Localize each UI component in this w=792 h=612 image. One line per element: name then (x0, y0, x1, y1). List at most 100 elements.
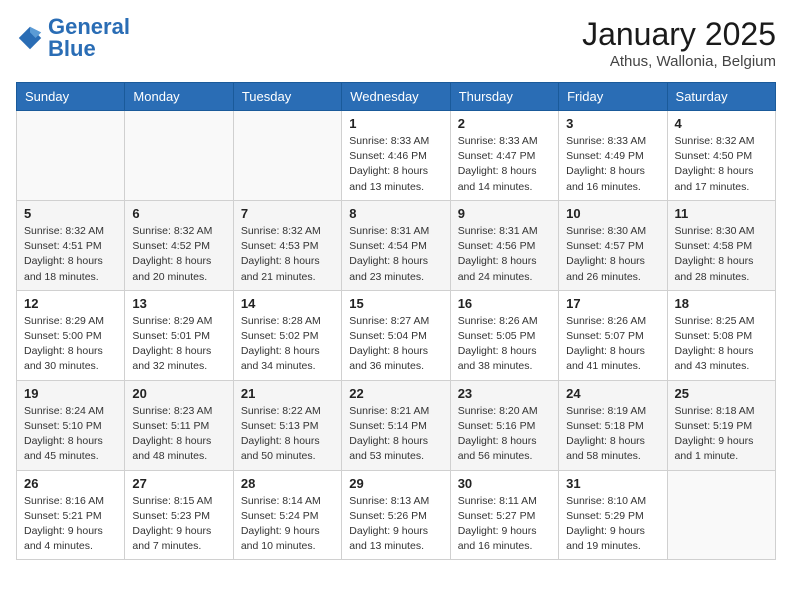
calendar-cell: 13Sunrise: 8:29 AM Sunset: 5:01 PM Dayli… (125, 290, 233, 380)
day-info: Sunrise: 8:25 AM Sunset: 5:08 PM Dayligh… (675, 314, 768, 375)
day-info: Sunrise: 8:14 AM Sunset: 5:24 PM Dayligh… (241, 494, 334, 555)
calendar-cell: 24 Sunrise: 8:19 AM Sunset: 5:18 PM Dayli… (559, 380, 667, 470)
calendar-table: SundayMondayTuesdayWednesdayThursdayFrid… (16, 82, 776, 560)
day-number: 15 (349, 296, 442, 311)
calendar-cell: 31 Sunrise: 8:10 AM Sunset: 5:29 PM Dayli… (559, 470, 667, 560)
day-number: 4 (675, 116, 768, 131)
calendar-cell (125, 111, 233, 201)
day-number: 13 (132, 296, 225, 311)
location: Athus, Wallonia, Belgium (582, 53, 776, 70)
calendar-cell: 21 Sunrise: 8:22 AM Sunset: 5:13 PM Dayli… (233, 380, 341, 470)
weekday-header-thursday: Thursday (450, 83, 558, 111)
day-info: Sunrise: 8:10 AM Sunset: 5:29 PM Dayligh… (566, 494, 659, 555)
day-number: 24 (566, 386, 659, 401)
day-info: Sunrise: 8:22 AM Sunset: 5:13 PM Dayligh… (241, 404, 334, 465)
day-info: Sunrise: 8:13 AM Sunset: 5:26 PM Dayligh… (349, 494, 442, 555)
calendar-cell: 29Sunrise: 8:13 AM Sunset: 5:26 PM Dayli… (342, 470, 450, 560)
calendar-week-row: 5Sunrise: 8:32 AM Sunset: 4:51 PM Daylig… (17, 200, 776, 290)
calendar-cell: 17Sunrise: 8:26 AM Sunset: 5:07 PM Dayli… (559, 290, 667, 380)
logo-text: General Blue (48, 16, 130, 60)
calendar-cell: 25Sunrise: 8:18 AM Sunset: 5:19 PM Dayli… (667, 380, 775, 470)
day-number: 3 (566, 116, 659, 131)
day-number: 2 (458, 116, 551, 131)
day-info: Sunrise: 8:32 AM Sunset: 4:50 PM Dayligh… (675, 134, 768, 195)
day-info: Sunrise: 8:27 AM Sunset: 5:04 PM Dayligh… (349, 314, 442, 375)
day-info: Sunrise: 8:33 AM Sunset: 4:47 PM Dayligh… (458, 134, 551, 195)
calendar-cell (667, 470, 775, 560)
day-number: 22 (349, 386, 442, 401)
day-number: 1 (349, 116, 442, 131)
day-info: Sunrise: 8:33 AM Sunset: 4:49 PM Dayligh… (566, 134, 659, 195)
calendar-cell: 4 Sunrise: 8:32 AM Sunset: 4:50 PM Daylig… (667, 111, 775, 201)
weekday-header-row: SundayMondayTuesdayWednesdayThursdayFrid… (17, 83, 776, 111)
day-number: 8 (349, 206, 442, 221)
calendar-cell (17, 111, 125, 201)
month-title: January 2025 (582, 16, 776, 53)
calendar-week-row: 26 Sunrise: 8:16 AM Sunset: 5:21 PM Dayli… (17, 470, 776, 560)
calendar-cell: 28 Sunrise: 8:14 AM Sunset: 5:24 PM Dayli… (233, 470, 341, 560)
calendar-cell: 20 Sunrise: 8:23 AM Sunset: 5:11 PM Dayli… (125, 380, 233, 470)
day-info: Sunrise: 8:16 AM Sunset: 5:21 PM Dayligh… (24, 494, 117, 555)
day-number: 27 (132, 476, 225, 491)
weekday-header-saturday: Saturday (667, 83, 775, 111)
day-number: 21 (241, 386, 334, 401)
calendar-cell: 7 Sunrise: 8:32 AM Sunset: 4:53 PM Daylig… (233, 200, 341, 290)
weekday-header-sunday: Sunday (17, 83, 125, 111)
calendar-week-row: 12 Sunrise: 8:29 AM Sunset: 5:00 PM Dayli… (17, 290, 776, 380)
day-number: 26 (24, 476, 117, 491)
calendar-cell: 15 Sunrise: 8:27 AM Sunset: 5:04 PM Dayli… (342, 290, 450, 380)
day-number: 14 (241, 296, 334, 311)
day-number: 23 (458, 386, 551, 401)
day-info: Sunrise: 8:19 AM Sunset: 5:18 PM Dayligh… (566, 404, 659, 465)
calendar-cell: 10Sunrise: 8:30 AM Sunset: 4:57 PM Dayli… (559, 200, 667, 290)
day-info: Sunrise: 8:31 AM Sunset: 4:54 PM Dayligh… (349, 224, 442, 285)
day-number: 28 (241, 476, 334, 491)
day-info: Sunrise: 8:31 AM Sunset: 4:56 PM Dayligh… (458, 224, 551, 285)
calendar-cell: 5Sunrise: 8:32 AM Sunset: 4:51 PM Daylig… (17, 200, 125, 290)
day-number: 9 (458, 206, 551, 221)
day-number: 16 (458, 296, 551, 311)
calendar-cell: 1Sunrise: 8:33 AM Sunset: 4:46 PM Daylig… (342, 111, 450, 201)
day-number: 17 (566, 296, 659, 311)
day-info: Sunrise: 8:28 AM Sunset: 5:02 PM Dayligh… (241, 314, 334, 375)
day-number: 10 (566, 206, 659, 221)
day-number: 20 (132, 386, 225, 401)
day-info: Sunrise: 8:24 AM Sunset: 5:10 PM Dayligh… (24, 404, 117, 465)
weekday-header-wednesday: Wednesday (342, 83, 450, 111)
calendar-cell: 30 Sunrise: 8:11 AM Sunset: 5:27 PM Dayli… (450, 470, 558, 560)
calendar-cell: 14 Sunrise: 8:28 AM Sunset: 5:02 PM Dayli… (233, 290, 341, 380)
day-info: Sunrise: 8:29 AM Sunset: 5:00 PM Dayligh… (24, 314, 117, 375)
day-info: Sunrise: 8:20 AM Sunset: 5:16 PM Dayligh… (458, 404, 551, 465)
calendar-cell: 3 Sunrise: 8:33 AM Sunset: 4:49 PM Daylig… (559, 111, 667, 201)
day-number: 25 (675, 386, 768, 401)
day-number: 31 (566, 476, 659, 491)
calendar-cell: 9 Sunrise: 8:31 AM Sunset: 4:56 PM Daylig… (450, 200, 558, 290)
calendar-cell: 6Sunrise: 8:32 AM Sunset: 4:52 PM Daylig… (125, 200, 233, 290)
calendar-cell: 26 Sunrise: 8:16 AM Sunset: 5:21 PM Dayli… (17, 470, 125, 560)
calendar-week-row: 1Sunrise: 8:33 AM Sunset: 4:46 PM Daylig… (17, 111, 776, 201)
calendar-cell: 2 Sunrise: 8:33 AM Sunset: 4:47 PM Daylig… (450, 111, 558, 201)
day-info: Sunrise: 8:32 AM Sunset: 4:53 PM Dayligh… (241, 224, 334, 285)
calendar-cell: 8 Sunrise: 8:31 AM Sunset: 4:54 PM Daylig… (342, 200, 450, 290)
weekday-header-friday: Friday (559, 83, 667, 111)
calendar-cell: 19 Sunrise: 8:24 AM Sunset: 5:10 PM Dayli… (17, 380, 125, 470)
day-number: 7 (241, 206, 334, 221)
day-info: Sunrise: 8:21 AM Sunset: 5:14 PM Dayligh… (349, 404, 442, 465)
day-number: 30 (458, 476, 551, 491)
calendar-week-row: 19 Sunrise: 8:24 AM Sunset: 5:10 PM Dayli… (17, 380, 776, 470)
day-info: Sunrise: 8:15 AM Sunset: 5:23 PM Dayligh… (132, 494, 225, 555)
day-info: Sunrise: 8:30 AM Sunset: 4:58 PM Dayligh… (675, 224, 768, 285)
day-info: Sunrise: 8:11 AM Sunset: 5:27 PM Dayligh… (458, 494, 551, 555)
day-info: Sunrise: 8:23 AM Sunset: 5:11 PM Dayligh… (132, 404, 225, 465)
day-info: Sunrise: 8:26 AM Sunset: 5:05 PM Dayligh… (458, 314, 551, 375)
calendar-cell: 22 Sunrise: 8:21 AM Sunset: 5:14 PM Dayli… (342, 380, 450, 470)
logo-icon (16, 24, 44, 52)
day-info: Sunrise: 8:32 AM Sunset: 4:51 PM Dayligh… (24, 224, 117, 285)
logo: General Blue (16, 16, 130, 60)
day-number: 12 (24, 296, 117, 311)
calendar-cell: 27 Sunrise: 8:15 AM Sunset: 5:23 PM Dayli… (125, 470, 233, 560)
calendar-cell: 11 Sunrise: 8:30 AM Sunset: 4:58 PM Dayli… (667, 200, 775, 290)
day-number: 11 (675, 206, 768, 221)
day-number: 19 (24, 386, 117, 401)
calendar-cell (233, 111, 341, 201)
